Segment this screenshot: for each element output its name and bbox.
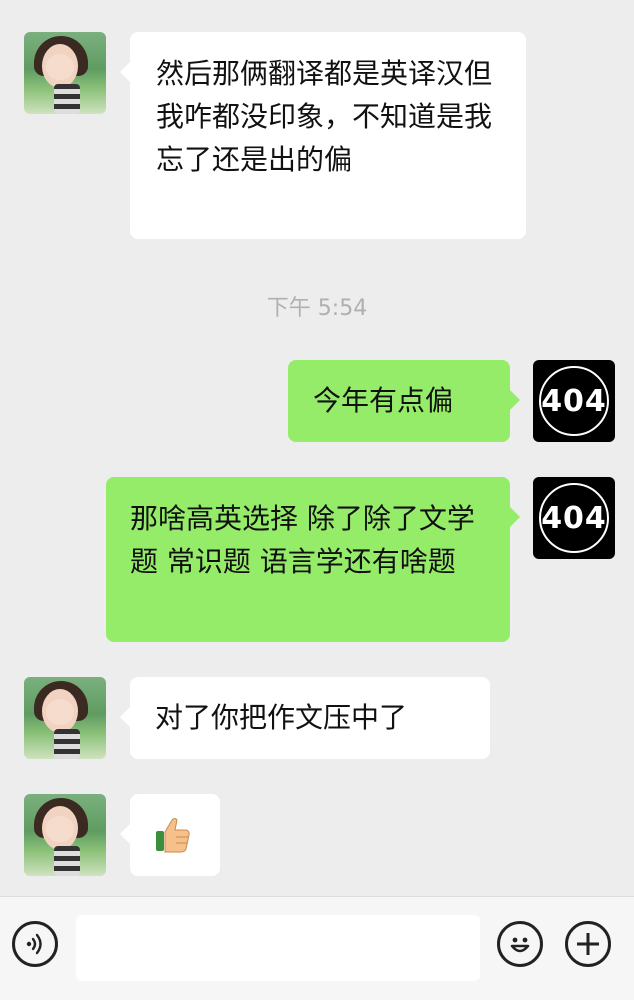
voice-button[interactable]	[12, 921, 58, 967]
more-button[interactable]	[565, 921, 611, 967]
incoming-message-bubble[interactable]: 对了你把作文压中了	[120, 677, 490, 759]
incoming-sticker-bubble[interactable]	[120, 794, 220, 876]
voice-icon	[26, 933, 42, 955]
message-text: 然后那俩翻译都是英译汉但我咋都没印象，不知道是我忘了还是出的偏	[156, 57, 493, 176]
my-avatar-label: 404	[541, 383, 607, 419]
outgoing-message-bubble[interactable]: 今年有点偏	[288, 360, 520, 442]
my-avatar[interactable]: 404	[533, 360, 615, 442]
emoji-icon	[510, 937, 530, 953]
contact-avatar[interactable]	[24, 677, 106, 759]
contact-avatar[interactable]	[24, 32, 106, 114]
plus-icon	[577, 933, 599, 955]
my-avatar[interactable]: 404	[533, 477, 615, 559]
message-text: 对了你把作文压中了	[155, 701, 408, 734]
thumbs-up-icon	[156, 818, 190, 853]
emoji-button[interactable]	[497, 921, 543, 967]
timestamp: 下午 5:54	[266, 296, 368, 321]
contact-avatar[interactable]	[24, 794, 106, 876]
message-input[interactable]	[76, 915, 480, 981]
input-bar	[0, 896, 634, 1000]
message-text: 那啥高英选择 除了除了文学题 常识题 语言学还有啥题	[130, 502, 475, 578]
my-avatar-label: 404	[541, 500, 607, 536]
chat-area: 然后那俩翻译都是英译汉但我咋都没印象，不知道是我忘了还是出的偏 下午 5:54 …	[0, 0, 634, 896]
outgoing-message-bubble[interactable]: 那啥高英选择 除了除了文学题 常识题 语言学还有啥题	[106, 477, 520, 642]
message-text: 今年有点偏	[313, 384, 454, 417]
incoming-message-bubble[interactable]: 然后那俩翻译都是英译汉但我咋都没印象，不知道是我忘了还是出的偏	[120, 32, 526, 239]
